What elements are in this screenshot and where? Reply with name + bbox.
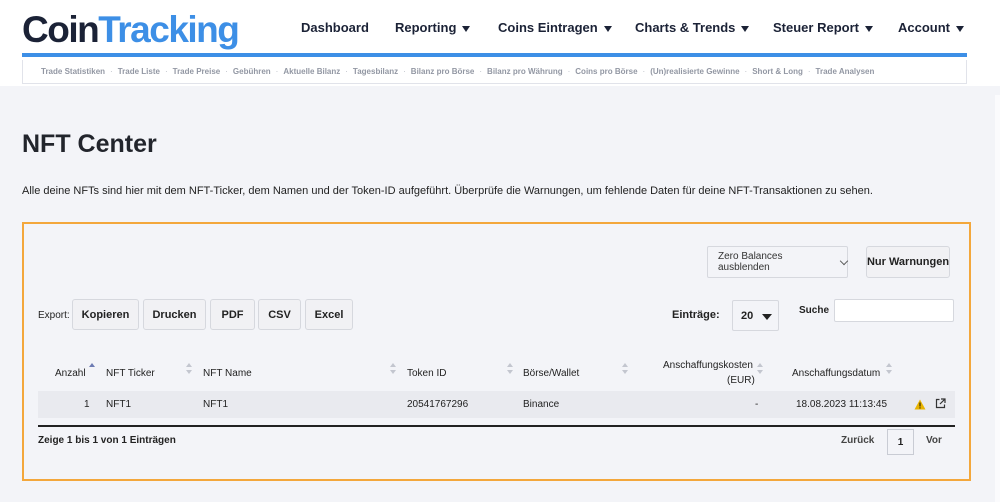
subnav-gebuehren[interactable]: Gebühren: [233, 67, 271, 76]
sort-asc-icon[interactable]: [89, 363, 95, 375]
subnav-separator: ·: [479, 67, 483, 76]
subnav-trade-statistiken[interactable]: Trade Statistiken: [41, 67, 105, 76]
subnav-coins-pro-boerse[interactable]: Coins pro Börse: [575, 67, 637, 76]
subnav-separator: ·: [403, 67, 406, 76]
cell-token-id: 20541767296: [407, 399, 469, 410]
entries-select[interactable]: 20: [732, 300, 779, 331]
caret-down-icon: [462, 25, 471, 32]
caret-down-icon: [762, 314, 772, 320]
subnav-tagesbilanz[interactable]: Tagesbilanz: [353, 67, 398, 76]
search-input[interactable]: [834, 299, 954, 322]
sort-icon[interactable]: [622, 363, 628, 375]
subnav-trade-analysen[interactable]: Trade Analysen: [816, 67, 875, 76]
search-label: Suche: [799, 305, 830, 316]
scrollbar[interactable]: [995, 95, 1000, 502]
caret-down-icon: [603, 25, 612, 32]
table-bottom-border: [38, 425, 955, 427]
cell-amount: 1: [84, 399, 90, 410]
subnav-separator: ·: [110, 67, 113, 76]
col-nft-name[interactable]: NFT Name: [203, 368, 252, 379]
subnav-bilanz-pro-waehrung[interactable]: Bilanz pro Währung: [487, 67, 563, 76]
sort-icon[interactable]: [757, 363, 763, 375]
nav-coins-eintragen[interactable]: Coins Eintragen: [498, 20, 612, 35]
subnav-trade-preise[interactable]: Trade Preise: [173, 67, 221, 76]
subnav-separator: ·: [744, 67, 748, 76]
nav-account[interactable]: Account: [898, 20, 964, 35]
caret-down-icon: [956, 25, 964, 32]
col-nft-ticker[interactable]: NFT Ticker: [106, 368, 155, 379]
subnav-aktuelle-bilanz[interactable]: Aktuelle Bilanz: [283, 67, 340, 76]
sort-icon[interactable]: [507, 363, 513, 375]
page-description: Alle deine NFTs sind hier mit dem NFT-Ti…: [22, 185, 873, 197]
chevron-down-icon: [839, 256, 849, 265]
cell-date: 18.08.2023 11:13:45: [796, 399, 888, 410]
logo-tracking: Tracking: [98, 9, 240, 50]
caret-down-icon: [864, 25, 873, 32]
subnav-separator: ·: [807, 67, 811, 76]
header: CoinTracking Dashboard Reporting Coins E…: [0, 0, 1000, 86]
logo[interactable]: CoinTracking: [22, 8, 240, 52]
col-anschaffungskosten-unit: (EUR): [727, 375, 755, 386]
cell-cost: -: [755, 399, 759, 410]
entries-value: 20: [741, 309, 754, 322]
export-label: Export:: [38, 310, 70, 321]
sort-icon[interactable]: [186, 363, 192, 375]
subnav-unrealisierte-gewinne[interactable]: (Un)realisierte Gewinne: [650, 67, 739, 76]
only-warnings-button[interactable]: Nur Warnungen: [866, 246, 950, 278]
pdf-button[interactable]: PDF: [210, 299, 255, 330]
nav-steuer-report-label: Steuer Report: [773, 20, 859, 35]
subnav-separator: ·: [164, 67, 168, 76]
nav-dashboard-label: Dashboard: [301, 20, 369, 35]
col-anzahl[interactable]: Anzahl: [55, 368, 86, 379]
caret-down-icon: [741, 25, 750, 32]
excel-button[interactable]: Excel: [305, 299, 353, 330]
subnav-separator: ·: [642, 67, 646, 76]
subnav-separator: ·: [275, 67, 279, 76]
csv-button[interactable]: CSV: [258, 299, 301, 330]
subnav-trade-liste[interactable]: Trade Liste: [118, 67, 160, 76]
nav-reporting-label: Reporting: [395, 20, 457, 35]
pagination-next[interactable]: Vor: [926, 435, 942, 446]
col-boerse-wallet[interactable]: Börse/Wallet: [523, 368, 579, 379]
copy-button[interactable]: Kopieren: [72, 299, 139, 330]
nav-charts-trends-label: Charts & Trends: [635, 20, 736, 35]
nav-account-label: Account: [898, 20, 950, 35]
page-title: NFT Center: [22, 130, 157, 158]
table-row: 1 NFT1 NFT1 20541767296 Binance - 18.08.…: [38, 391, 955, 418]
nav-charts-trends[interactable]: Charts & Trends: [635, 20, 750, 35]
nav-reporting[interactable]: Reporting: [395, 20, 471, 35]
cell-ticker: NFT1: [106, 399, 131, 410]
col-anschaffungskosten[interactable]: Anschaffungskosten: [663, 360, 753, 371]
col-anschaffungsdatum[interactable]: Anschaffungsdatum: [792, 368, 880, 379]
sort-icon[interactable]: [390, 363, 396, 375]
col-token-id[interactable]: Token ID: [407, 368, 446, 379]
nft-table-panel: Zero Balances ausblenden Nur Warnungen E…: [22, 222, 971, 481]
pagination-prev[interactable]: Zurück: [841, 435, 874, 446]
subnav-separator: ·: [345, 67, 348, 76]
cell-exchange: Binance: [523, 399, 560, 410]
subnav-short-long[interactable]: Short & Long: [752, 67, 803, 76]
table-info: Zeige 1 bis 1 von 1 Einträgen: [38, 435, 176, 446]
nav-steuer-report[interactable]: Steuer Report: [773, 20, 873, 35]
zero-balances-select[interactable]: Zero Balances ausblenden: [707, 246, 849, 278]
pagination-current[interactable]: 1: [887, 429, 914, 455]
sub-nav: Trade Statistiken · Trade Liste · Trade Pr…: [22, 60, 967, 84]
cell-name: NFT1: [203, 399, 228, 410]
subnav-bilanz-pro-boerse[interactable]: Bilanz pro Börse: [411, 67, 475, 76]
external-link-icon[interactable]: [935, 398, 946, 409]
print-button[interactable]: Drucken: [143, 299, 206, 330]
header-divider: [22, 53, 967, 57]
zero-balances-label: Zero Balances ausblenden: [718, 251, 783, 273]
sort-icon[interactable]: [886, 363, 892, 375]
logo-coin: Coin: [22, 9, 100, 50]
entries-label: Einträge:: [672, 309, 720, 321]
nav-coins-eintragen-label: Coins Eintragen: [498, 20, 598, 35]
nav-dashboard[interactable]: Dashboard: [301, 20, 369, 35]
warning-icon[interactable]: [914, 399, 926, 410]
subnav-separator: ·: [225, 67, 228, 76]
subnav-separator: ·: [567, 67, 571, 76]
